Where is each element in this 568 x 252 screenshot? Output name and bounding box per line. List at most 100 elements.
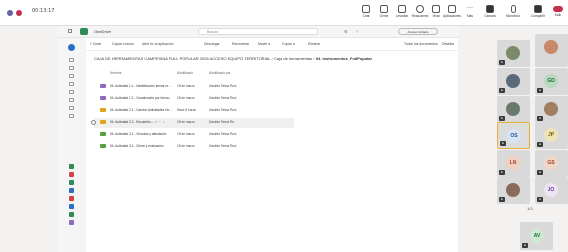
site-icon[interactable] xyxy=(69,188,74,193)
participant-tile-active[interactable]: OS E xyxy=(497,122,530,149)
avatar xyxy=(506,183,520,197)
rename-button[interactable]: Renombrar xyxy=(232,42,249,46)
site-icon[interactable] xyxy=(69,164,74,169)
avatar xyxy=(544,40,558,54)
site-icon[interactable] xyxy=(69,204,74,209)
settings-icon[interactable]: ⚙ xyxy=(344,29,348,34)
participant-tile[interactable]: E xyxy=(497,177,530,204)
move-button[interactable]: Mover a xyxy=(258,42,270,46)
search-input[interactable]: Buscar xyxy=(198,28,318,35)
breadcrumb-mid[interactable]: Caja de herramientas xyxy=(274,56,312,61)
rail-item-icon[interactable] xyxy=(69,82,74,86)
folder-icon xyxy=(100,96,106,100)
leave-button[interactable]: Salir xyxy=(550,4,566,19)
column-name[interactable]: Nombre xyxy=(110,71,122,75)
rail-item-icon[interactable] xyxy=(69,66,74,70)
avatar: OS xyxy=(507,129,521,143)
table-row[interactable]: 04. Actividad 2.1 - Camino Actividades H… xyxy=(94,106,294,116)
column-modified-by[interactable]: Modificado por xyxy=(209,71,231,75)
open-app-button[interactable]: Abrir en la aplicación xyxy=(142,42,173,46)
copy-link-button[interactable]: Copiar vínculo xyxy=(112,42,134,46)
folder-icon xyxy=(100,108,106,112)
table-row[interactable]: 04. Actividad 1.2 - Cuestionario por for… xyxy=(94,94,294,104)
breadcrumb: CAJA DE HERRAMIENTAS CAMPESINA FULL POPU… xyxy=(94,56,373,61)
download-button[interactable]: Descargar xyxy=(204,42,220,46)
participant-tile[interactable]: E xyxy=(535,96,568,123)
table-row[interactable]: 04. Actividad 3.2 - Cierre y evaluación … xyxy=(94,142,294,152)
share-button[interactable]: Compartir xyxy=(527,3,549,23)
site-icon[interactable] xyxy=(69,212,74,217)
rail-item-icon[interactable] xyxy=(69,90,74,94)
participant-pager[interactable]: 1/3 xyxy=(527,206,533,211)
folder-icon xyxy=(100,144,106,148)
row-actions-icon[interactable]: ↗ ⋯ ☆ xyxy=(154,120,166,124)
breadcrumb-root[interactable]: CAJA DE HERRAMIENTAS CAMPESINA FULL POPU… xyxy=(94,56,270,61)
avatar xyxy=(506,74,520,88)
site-icon[interactable] xyxy=(69,172,74,177)
camera-button[interactable]: Cámara xyxy=(479,3,501,23)
meeting-toolbar: 00:13:17 Chat Gente Levantar Reacciones … xyxy=(0,0,568,26)
mic-icon xyxy=(510,5,516,13)
folder-icon xyxy=(100,84,106,88)
app-launcher-icon[interactable] xyxy=(68,29,72,33)
account-badge[interactable]: Acceso limitado xyxy=(398,28,438,35)
avatar: LN xyxy=(506,156,520,170)
rail-item-icon[interactable] xyxy=(69,98,74,102)
shield-icon xyxy=(7,10,13,16)
more-button[interactable]: ··· Más xyxy=(459,3,481,23)
site-icon[interactable] xyxy=(69,220,74,225)
site-icon[interactable] xyxy=(69,180,74,185)
breadcrumb-current: 04. Instrumentos_FullPopular xyxy=(315,56,373,61)
phone-icon xyxy=(553,6,563,12)
folder-icon xyxy=(100,120,106,124)
raise-hand-icon xyxy=(398,5,406,13)
copy-to-button[interactable]: Copiar a xyxy=(282,42,295,46)
camera-icon xyxy=(486,5,494,13)
participant-tile[interactable]: GS E xyxy=(535,150,568,177)
participant-tile[interactable]: LN E xyxy=(497,150,530,177)
details-button[interactable]: Detalles xyxy=(442,42,454,46)
folder-icon xyxy=(100,132,106,136)
rail-item-icon[interactable] xyxy=(69,106,74,110)
table-row[interactable]: 04. Actividad 1.1 - Identificación temas… xyxy=(94,82,294,92)
people-icon xyxy=(380,5,388,13)
share-icon xyxy=(534,5,542,13)
participant-badge: E xyxy=(499,60,505,65)
participant-tile[interactable]: GD E xyxy=(535,68,568,95)
chat-icon xyxy=(362,5,370,13)
table-row[interactable]: 04. Actividad 3.1 - Vínculos y afectació… xyxy=(94,130,294,140)
app-name: OneDrive xyxy=(94,29,111,34)
participant-tile[interactable]: AV E xyxy=(520,222,553,250)
participant-tile[interactable]: JO E xyxy=(535,177,568,204)
column-modified[interactable]: Modificado xyxy=(177,71,193,75)
stage-background xyxy=(0,26,58,252)
home-icon[interactable] xyxy=(68,44,75,51)
meeting-timer: 00:13:17 xyxy=(32,8,55,14)
rail-item-icon[interactable] xyxy=(69,58,74,62)
rail-item-icon[interactable] xyxy=(69,74,74,78)
mic-button[interactable]: Micrófono xyxy=(502,3,524,23)
recording-icon xyxy=(16,10,22,16)
participant-tile[interactable]: E xyxy=(497,96,530,123)
participant-tile[interactable]: E xyxy=(497,40,530,67)
delete-button[interactable]: Eliminar xyxy=(308,42,320,46)
participant-tile[interactable]: E xyxy=(497,68,530,95)
avatar: GS xyxy=(544,156,558,170)
left-rail xyxy=(58,38,86,252)
row-select-radio[interactable] xyxy=(91,120,96,125)
view-icon xyxy=(432,5,440,13)
rail-item-icon[interactable] xyxy=(69,114,74,118)
react-icon xyxy=(416,5,424,13)
participant-tile[interactable]: JP E xyxy=(535,122,568,149)
avatar: GD xyxy=(544,74,558,88)
help-icon[interactable]: ? xyxy=(356,29,358,34)
create-button[interactable]: + Crear xyxy=(90,42,101,46)
site-icon[interactable] xyxy=(69,196,74,201)
table-row[interactable]: 04. Actividad 2.2 - Encuentro... ↗ ⋯ ☆ 1… xyxy=(91,118,294,128)
participant-tile[interactable] xyxy=(535,34,568,67)
avatar: JO xyxy=(544,183,558,197)
view-selector[interactable]: Todos los documentos xyxy=(404,42,438,46)
avatar xyxy=(544,102,558,116)
command-bar: + Crear Copiar vínculo Abrir en la aplic… xyxy=(86,38,458,51)
apps-icon xyxy=(448,5,456,13)
